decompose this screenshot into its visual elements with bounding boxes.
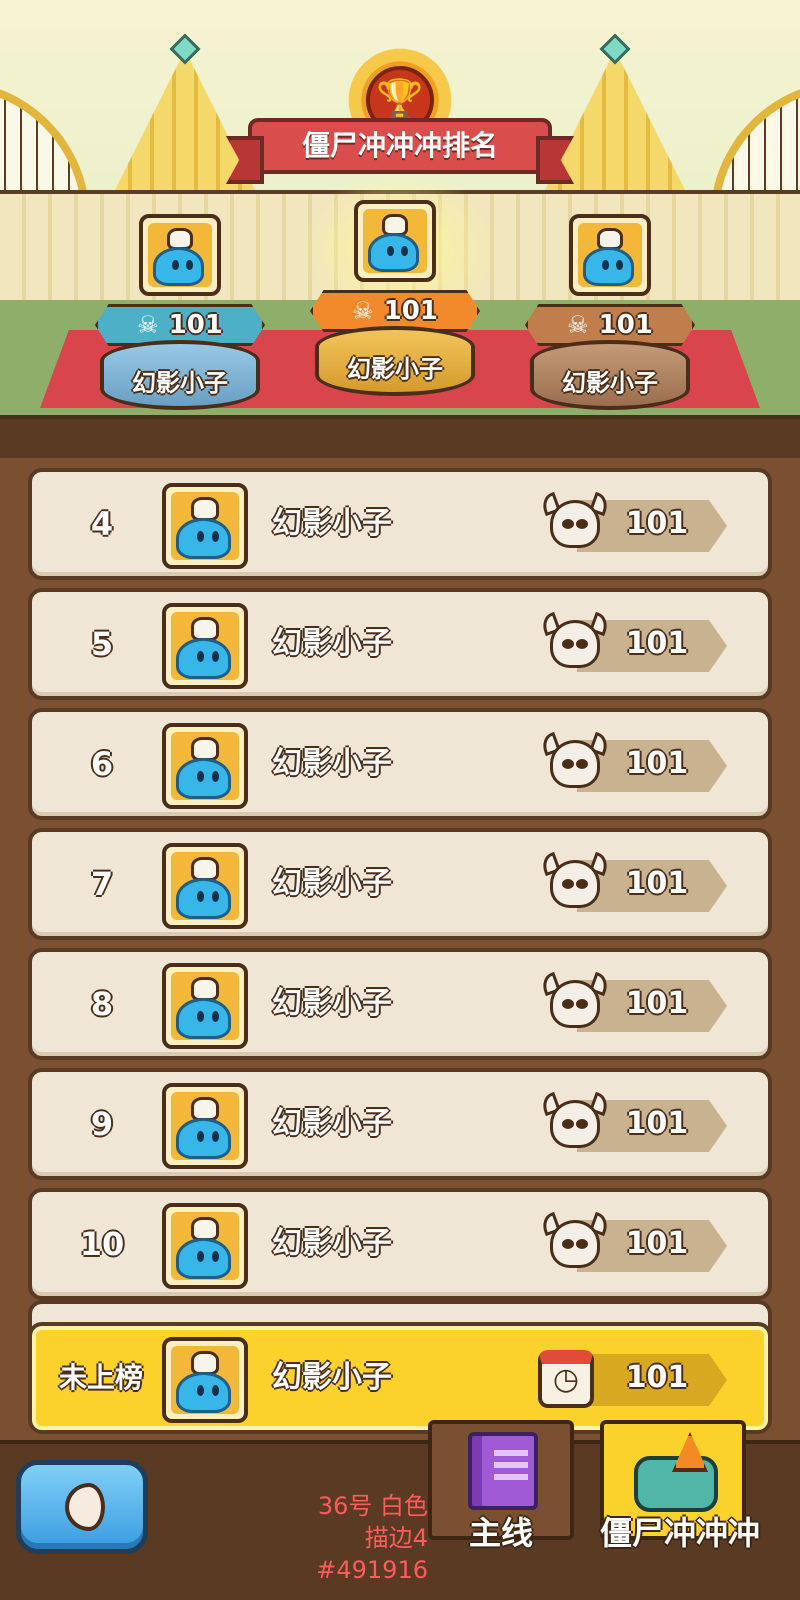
back-arrow-icon <box>65 1483 105 1531</box>
list-item[interactable]: 7 幻影小子 101 <box>28 828 772 940</box>
rank-number: 5 <box>90 625 114 663</box>
score-value: 101 <box>625 1360 689 1395</box>
score-value: 101 <box>625 986 689 1021</box>
player-name: 幻影小子 <box>272 506 392 541</box>
podium-player-name: 幻影小子 <box>347 355 443 383</box>
rank-number: 9 <box>90 1105 114 1143</box>
tab-main-story-label: 主线 <box>468 1514 533 1552</box>
podium-score: 101 <box>168 310 223 340</box>
podium-second-place[interactable]: ☠ 101 幻影小子 <box>95 190 265 410</box>
avatar <box>162 723 248 809</box>
book-icon <box>468 1432 538 1510</box>
page-title: 僵尸冲冲冲排名 <box>248 118 552 174</box>
calendar-clock-icon <box>538 1350 594 1408</box>
score-value: 101 <box>625 506 689 541</box>
horned-skull-icon <box>539 971 611 1034</box>
score-value: 101 <box>625 626 689 661</box>
player-name: 幻影小子 <box>272 746 392 781</box>
skull-icon: ☠ <box>352 297 374 325</box>
avatar <box>162 483 248 569</box>
player-name: 幻影小子 <box>272 986 392 1021</box>
avatar <box>162 1203 248 1289</box>
avatar <box>162 843 248 929</box>
skull-icon: ☠ <box>137 311 159 339</box>
player-name: 幻影小子 <box>272 866 392 901</box>
list-item[interactable]: 8 幻影小子 101 <box>28 948 772 1060</box>
avatar <box>162 1083 248 1169</box>
horned-skull-icon <box>539 491 611 554</box>
zombie-cone-icon <box>634 1432 718 1512</box>
avatar <box>162 1337 248 1423</box>
player-name: 幻影小子 <box>272 1106 392 1141</box>
podium-player-name: 幻影小子 <box>132 369 228 397</box>
section-divider <box>0 415 800 461</box>
list-item[interactable]: 6 幻影小子 101 <box>28 708 772 820</box>
list-item[interactable]: 5 幻影小子 101 <box>28 588 772 700</box>
rank-number: 10 <box>79 1225 125 1263</box>
horned-skull-icon <box>539 851 611 914</box>
avatar <box>162 963 248 1049</box>
player-name: 幻影小子 <box>272 1360 392 1395</box>
list-item[interactable]: 10 幻影小子 101 <box>28 1188 772 1300</box>
rank-number: 8 <box>90 985 114 1023</box>
list-item[interactable]: 9 幻影小子 101 <box>28 1068 772 1180</box>
tab-zombie-rush-label: 僵尸冲冲冲 <box>599 1514 760 1552</box>
horned-skull-icon <box>539 1211 611 1274</box>
horned-skull-icon <box>539 731 611 794</box>
podium-score: 101 <box>598 310 653 340</box>
design-note: 36号 白色 描边4 #491916 <box>248 1490 428 1586</box>
podium-player-name: 幻影小子 <box>562 369 658 397</box>
right-spire-gem <box>599 33 631 65</box>
design-note-line2: 描边4 #491916 <box>316 1524 428 1584</box>
rank-number: 7 <box>90 865 114 903</box>
player-name: 幻影小子 <box>272 626 392 661</box>
horned-skull-icon <box>539 611 611 674</box>
avatar <box>139 214 221 296</box>
avatar <box>569 214 651 296</box>
score-value: 101 <box>625 1106 689 1141</box>
podium-scene: 🏆 ☠ 101 幻影小子 ☠ 101 幻影小子 ☠ 101 幻影小子 僵尸冲冲冲… <box>0 0 800 430</box>
design-note-line1: 36号 白色 <box>317 1492 428 1520</box>
avatar <box>354 200 436 282</box>
podium-first-place[interactable]: ☠ 101 幻影小子 <box>310 176 480 396</box>
score-value: 101 <box>625 746 689 781</box>
back-button[interactable] <box>16 1460 148 1554</box>
left-spire-gem <box>169 33 201 65</box>
rank-number: 4 <box>90 505 114 543</box>
skull-icon: ☠ <box>567 311 589 339</box>
horned-skull-icon <box>539 1091 611 1154</box>
my-rank-row[interactable]: 未上榜 幻影小子 101 <box>28 1322 772 1434</box>
score-value: 101 <box>625 1226 689 1261</box>
podium-third-place[interactable]: ☠ 101 幻影小子 <box>525 190 695 410</box>
list-item[interactable]: 4 幻影小子 101 <box>28 468 772 580</box>
avatar <box>162 603 248 689</box>
score-value: 101 <box>625 866 689 901</box>
player-name: 幻影小子 <box>272 1226 392 1261</box>
podium-score: 101 <box>383 296 438 326</box>
rank-label: 未上榜 <box>58 1361 143 1394</box>
rank-number: 6 <box>90 745 114 783</box>
